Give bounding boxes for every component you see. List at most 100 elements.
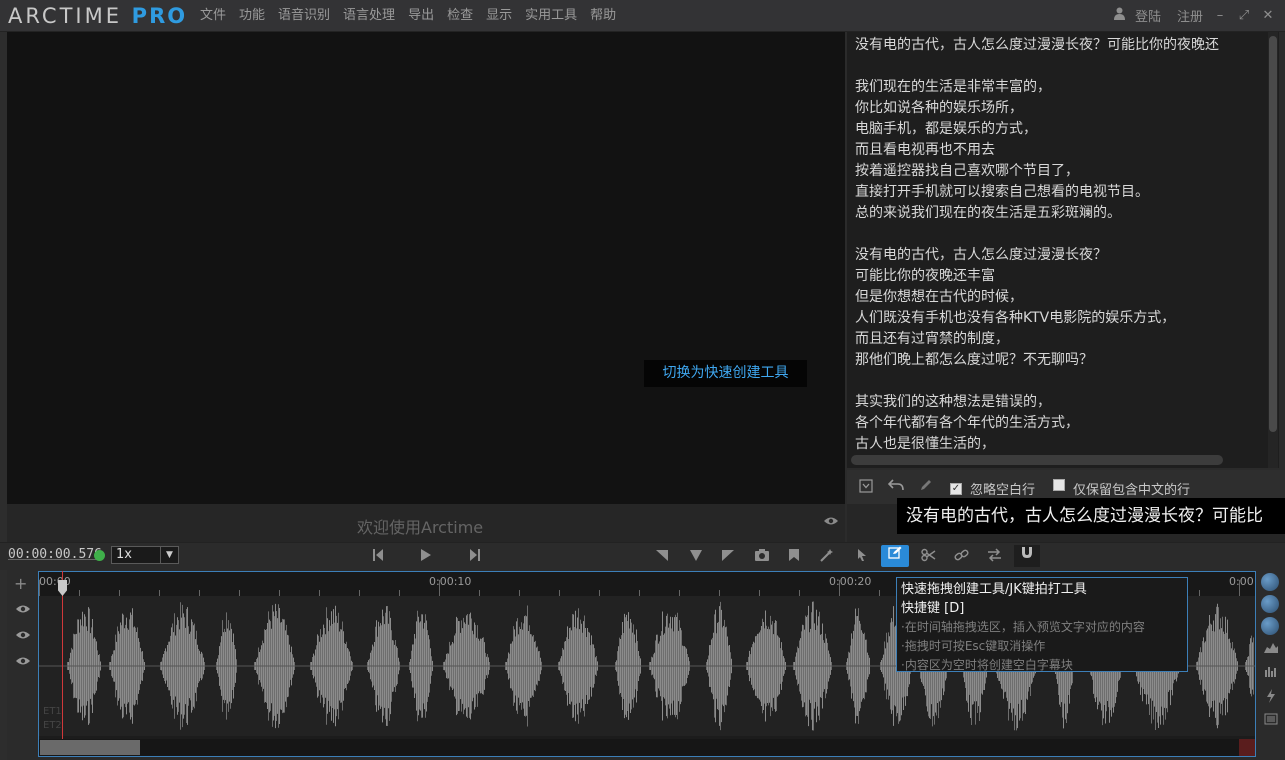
menu-file[interactable]: 文件	[200, 7, 226, 25]
main-menu: 文件 功能 语音识别 语言处理 导出 检查 显示 实用工具 帮助	[200, 7, 629, 25]
eye-icon[interactable]	[16, 629, 30, 643]
script-line[interactable]: 而且看电视再也不用去	[855, 140, 1271, 161]
tooltip-shortcut: 快捷键 [D]	[901, 601, 965, 616]
script-text[interactable]: 没有电的古代，古人怎么度过漫漫长夜？可能比你的夜晚还 我们现在的生活是非常丰富的…	[855, 35, 1271, 455]
menu-speech-recognition[interactable]: 语音识别	[278, 7, 330, 25]
user-icon	[1113, 7, 1125, 24]
magnet-snap-button[interactable]	[1014, 545, 1040, 567]
script-line[interactable]: 没有电的古代，古人怎么度过漫漫长夜？可能比你的夜晚还	[855, 35, 1271, 56]
timeline-side-tools	[1258, 571, 1285, 760]
user-area: 登陆 注册 – ⤢ ✕	[1113, 6, 1275, 25]
script-line[interactable]: 你比如说各种的娱乐场所，	[855, 98, 1271, 119]
collapse-icon[interactable]	[859, 479, 873, 497]
close-icon[interactable]: ✕	[1261, 8, 1275, 23]
ignore-blank-checkbox[interactable]	[950, 479, 962, 495]
script-line[interactable]: 其实我们的这种想法是错误的，	[855, 392, 1271, 413]
align-left-icon[interactable]	[655, 548, 669, 566]
script-line[interactable]: 总的来说我们现在的夜生活是五彩斑斓的。	[855, 203, 1271, 224]
zoom-knob[interactable]	[1261, 595, 1279, 613]
playhead[interactable]	[62, 571, 63, 739]
timecode[interactable]: 00:00:00.576	[8, 547, 102, 562]
script-line[interactable]: 那他们晚上都怎么度过呢？不无聊吗？	[855, 350, 1271, 371]
speed-select[interactable]: 1x ▼	[111, 546, 179, 564]
script-line[interactable]: 可能比你的夜晚还丰富	[855, 266, 1271, 287]
pencil-icon[interactable]	[919, 478, 933, 496]
left-edge	[0, 32, 7, 760]
align-right-icon[interactable]	[721, 548, 735, 566]
keep-chinese-label: 仅保留包含中文的行	[1073, 483, 1191, 498]
spectrum-icon[interactable]	[1261, 665, 1281, 685]
menu-display[interactable]: 显示	[486, 7, 512, 25]
playback-control-bar	[0, 542, 1285, 570]
script-line[interactable]: 但是你想想在古代的时候，	[855, 287, 1271, 308]
video-preview[interactable]	[7, 32, 845, 504]
tooltip-tip: ·拖拽时可按Esc键取消操作	[901, 639, 1046, 653]
camera-icon[interactable]	[754, 548, 770, 566]
script-line[interactable]: 古人也是很懂生活的，	[855, 434, 1271, 455]
quick-create-tool-button[interactable]	[881, 545, 909, 567]
script-line[interactable]: 没有电的古代，古人怎么度过漫漫长夜？	[855, 245, 1271, 266]
script-line[interactable]	[855, 371, 1271, 392]
eye-icon[interactable]	[16, 603, 30, 617]
timeline-end-marker	[1239, 739, 1255, 756]
status-indicator	[94, 550, 105, 561]
menu-bar	[0, 0, 1285, 32]
tooltip-title: 快速拖拽创建工具/JK键拍打工具	[901, 582, 1087, 597]
timeline-scrollbar[interactable]	[39, 739, 1255, 756]
script-line[interactable]: 各个年代都有各个年代的生活方式，	[855, 413, 1271, 434]
minimize-icon[interactable]: –	[1213, 8, 1227, 23]
height-knob[interactable]	[1261, 617, 1279, 635]
quick-tool-hint[interactable]: 切换为快速创建工具	[644, 360, 807, 387]
timeline-scroll-thumb[interactable]	[40, 740, 140, 755]
script-line[interactable]	[855, 224, 1271, 245]
register-link[interactable]: 注册	[1177, 6, 1203, 25]
script-line[interactable]: 而且还有过宵禁的制度，	[855, 329, 1271, 350]
welcome-text: 欢迎使用Arctime	[357, 518, 484, 537]
marker-down-icon[interactable]	[689, 548, 703, 566]
keep-chinese-checkbox[interactable]	[1053, 479, 1065, 494]
scissors-icon[interactable]	[921, 548, 936, 566]
chevron-down-icon: ▼	[160, 547, 178, 563]
tooltip-tip: ·在时间轴拖拽选区，插入预览文字对应的内容	[901, 620, 1145, 634]
subtitle-preview: 没有电的古代，古人怎么度过漫漫长夜？可能比	[897, 498, 1285, 534]
bookmark-icon[interactable]	[788, 548, 800, 566]
script-line[interactable]: 我们现在的生活是非常丰富的，	[855, 77, 1271, 98]
tool-tooltip: 快速拖拽创建工具/JK键拍打工具 快捷键 [D] ·在时间轴拖拽选区，插入预览文…	[896, 577, 1188, 672]
track-label: ET1	[43, 706, 62, 717]
script-line[interactable]: 人们既没有手机也没有各种KTV电影院的娱乐方式，	[855, 308, 1271, 329]
swap-icon[interactable]	[987, 548, 1002, 566]
menu-export[interactable]: 导出	[408, 7, 434, 25]
skip-forward-icon[interactable]	[469, 548, 481, 566]
eye-icon[interactable]	[16, 655, 30, 669]
app-logo: ARCTIME PRO	[8, 4, 188, 28]
menu-check[interactable]: 检查	[447, 7, 473, 25]
text-horizontal-scrollbar[interactable]	[851, 455, 1223, 465]
pointer-icon[interactable]	[856, 548, 868, 566]
skip-back-icon[interactable]	[372, 548, 384, 566]
menu-help[interactable]: 帮助	[590, 7, 616, 25]
script-line[interactable]: 直接打开手机就可以搜索自己想看的电视节目。	[855, 182, 1271, 203]
ignore-blank-label: 忽略空白行	[970, 483, 1036, 498]
login-link[interactable]: 登陆	[1135, 6, 1161, 25]
script-text-panel[interactable]: 没有电的古代，古人怎么度过漫漫长夜？可能比你的夜晚还 我们现在的生活是非常丰富的…	[847, 32, 1279, 468]
script-line[interactable]: 电脑手机，都是娱乐的方式，	[855, 119, 1271, 140]
maximize-icon[interactable]: ⤢	[1237, 8, 1251, 23]
link-icon[interactable]	[954, 548, 969, 566]
play-icon[interactable]	[420, 548, 432, 566]
menu-function[interactable]: 功能	[239, 7, 265, 25]
menu-utilities[interactable]: 实用工具	[525, 7, 577, 25]
menu-language-processing[interactable]: 语言处理	[343, 7, 395, 25]
magic-wand-icon[interactable]	[820, 548, 834, 566]
tooltip-tip: ·内容区为空时将创建空白字幕块	[901, 658, 1073, 672]
script-line[interactable]	[855, 56, 1271, 77]
undo-icon[interactable]	[887, 478, 904, 496]
volume-knob[interactable]	[1261, 573, 1279, 591]
waveform-mode-icon[interactable]	[1261, 641, 1281, 661]
script-line[interactable]: 按着遥控器找自己喜欢哪个节目了，	[855, 161, 1271, 182]
add-track-icon[interactable]: +	[14, 576, 27, 592]
eye-icon[interactable]	[824, 515, 838, 530]
lightning-icon[interactable]	[1261, 689, 1281, 709]
list-icon[interactable]	[1261, 713, 1281, 733]
text-scroll-thumb[interactable]	[1269, 36, 1277, 432]
speed-value: 1x	[116, 547, 132, 562]
